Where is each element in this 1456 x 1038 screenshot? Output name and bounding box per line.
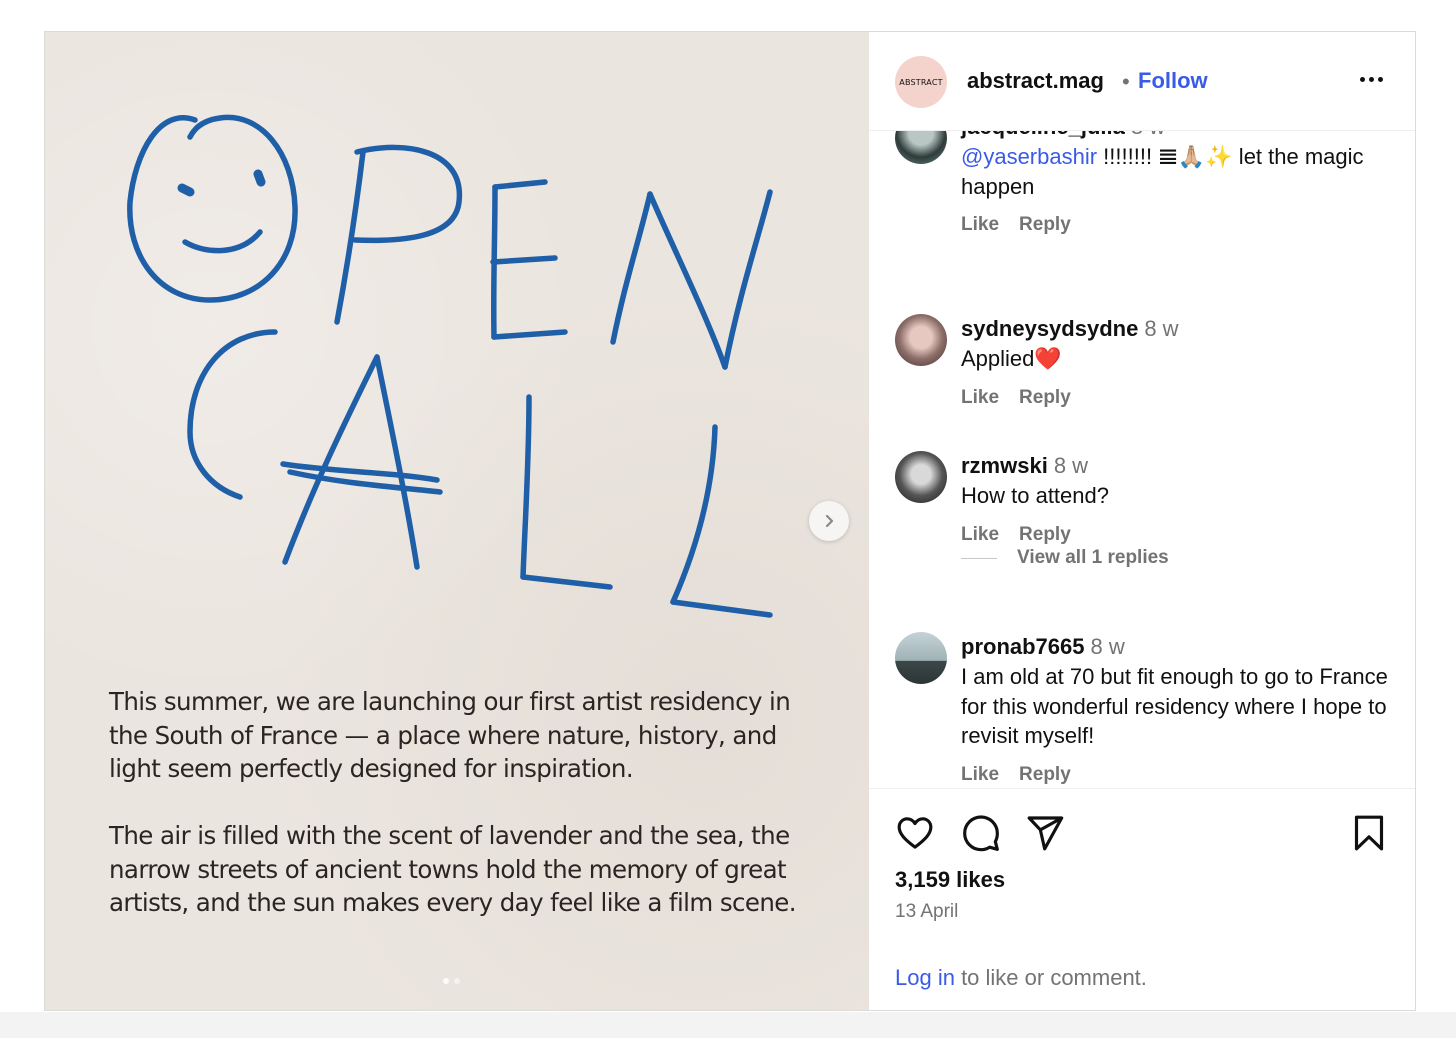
carousel-indicator (443, 978, 460, 984)
account-username[interactable]: abstract.mag (967, 68, 1104, 94)
comment-username[interactable]: jacqueline_julia (961, 130, 1125, 139)
bookmark-icon (1354, 815, 1384, 851)
view-replies-button[interactable]: View all 1 replies (961, 547, 1169, 569)
login-link[interactable]: Log in (895, 965, 955, 990)
page-bottom-strip (0, 1012, 1456, 1038)
comment-like-button[interactable]: Like (961, 214, 999, 236)
carousel-next-button[interactable] (809, 501, 849, 541)
post-date: 13 April (895, 901, 959, 922)
comment-time: 8 w (1053, 453, 1089, 478)
comment-avatar[interactable] (895, 632, 947, 684)
header-separator: • (1122, 69, 1130, 94)
comment-reply-button[interactable]: Reply (1019, 764, 1071, 786)
likes-count[interactable]: 3,159 likes (895, 867, 1005, 893)
share-button[interactable] (1023, 811, 1067, 855)
comment-time: 8 w (1131, 130, 1165, 139)
comment-username[interactable]: sydneysydsydne (961, 316, 1138, 341)
comment-mention-link[interactable]: @yaserbashir (961, 144, 1097, 169)
account-avatar-text: ABSTRACT (899, 77, 943, 87)
media-paragraph-1: This summer, we are launching our first … (109, 687, 791, 783)
comment-like-button[interactable]: Like (961, 387, 999, 409)
comment-avatar[interactable] (895, 130, 947, 164)
carousel-dot (454, 978, 460, 984)
view-replies-label: View all 1 replies (1017, 547, 1169, 568)
login-prompt: Log in to like or comment. (895, 965, 1147, 991)
replies-divider (961, 557, 997, 559)
comment-text: How to attend? (961, 483, 1109, 508)
account-avatar[interactable]: ABSTRACT (895, 56, 947, 108)
comment-reply-button[interactable]: Reply (1019, 524, 1071, 546)
comment-text: Applied❤️ (961, 346, 1062, 371)
comment-time: 8 w (1144, 316, 1179, 341)
login-prompt-suffix: to like or comment. (954, 965, 1147, 990)
more-dot-icon (1359, 76, 1365, 82)
post-header: ABSTRACT abstract.mag • Follow (869, 32, 1415, 131)
more-dot-icon (1368, 76, 1374, 82)
comment-like-button[interactable]: Like (961, 764, 999, 786)
carousel-dot (443, 978, 449, 984)
more-options-button[interactable] (1355, 64, 1387, 94)
comment-avatar[interactable] (895, 451, 947, 503)
save-button[interactable] (1347, 811, 1391, 855)
comment-like-button[interactable]: Like (961, 524, 999, 546)
comment-avatar[interactable] (895, 314, 947, 366)
like-button[interactable] (893, 811, 937, 855)
follow-button[interactable]: Follow (1138, 68, 1208, 94)
open-call-doodle (127, 114, 773, 618)
comment-button[interactable] (959, 811, 1003, 855)
comment-reply-button[interactable]: Reply (1019, 214, 1071, 236)
media-paragraph-2: The air is filled with the scent of lave… (109, 821, 797, 917)
send-icon (1027, 816, 1064, 851)
comment-icon (963, 815, 999, 852)
post-dialog: This summer, we are launching our first … (44, 31, 1416, 1011)
comment-username[interactable]: pronab7665 (961, 634, 1085, 659)
post-media: This summer, we are launching our first … (45, 32, 869, 1010)
comment-time: 8 w (1090, 634, 1125, 659)
comment-username[interactable]: rzmwski (961, 453, 1048, 478)
chevron-right-icon (825, 514, 834, 528)
post-actions-bar: 3,159 likes 13 April Log in to like or c… (869, 788, 1415, 1010)
post-side-panel: ABSTRACT abstract.mag • Follow jacquelin… (869, 32, 1415, 1010)
heart-icon (897, 817, 933, 849)
comment-text: I am old at 70 but fit enough to go to F… (961, 664, 1388, 748)
comment-text: @yaserbashir !!!!!!!! 𝌆🙏🏼✨ let the magic… (961, 142, 1391, 201)
comment-reply-button[interactable]: Reply (1019, 387, 1071, 409)
more-dot-icon (1377, 76, 1383, 82)
comments-list[interactable]: jacqueline_julia 8 w @yaserbashir !!!!!!!… (869, 130, 1415, 788)
